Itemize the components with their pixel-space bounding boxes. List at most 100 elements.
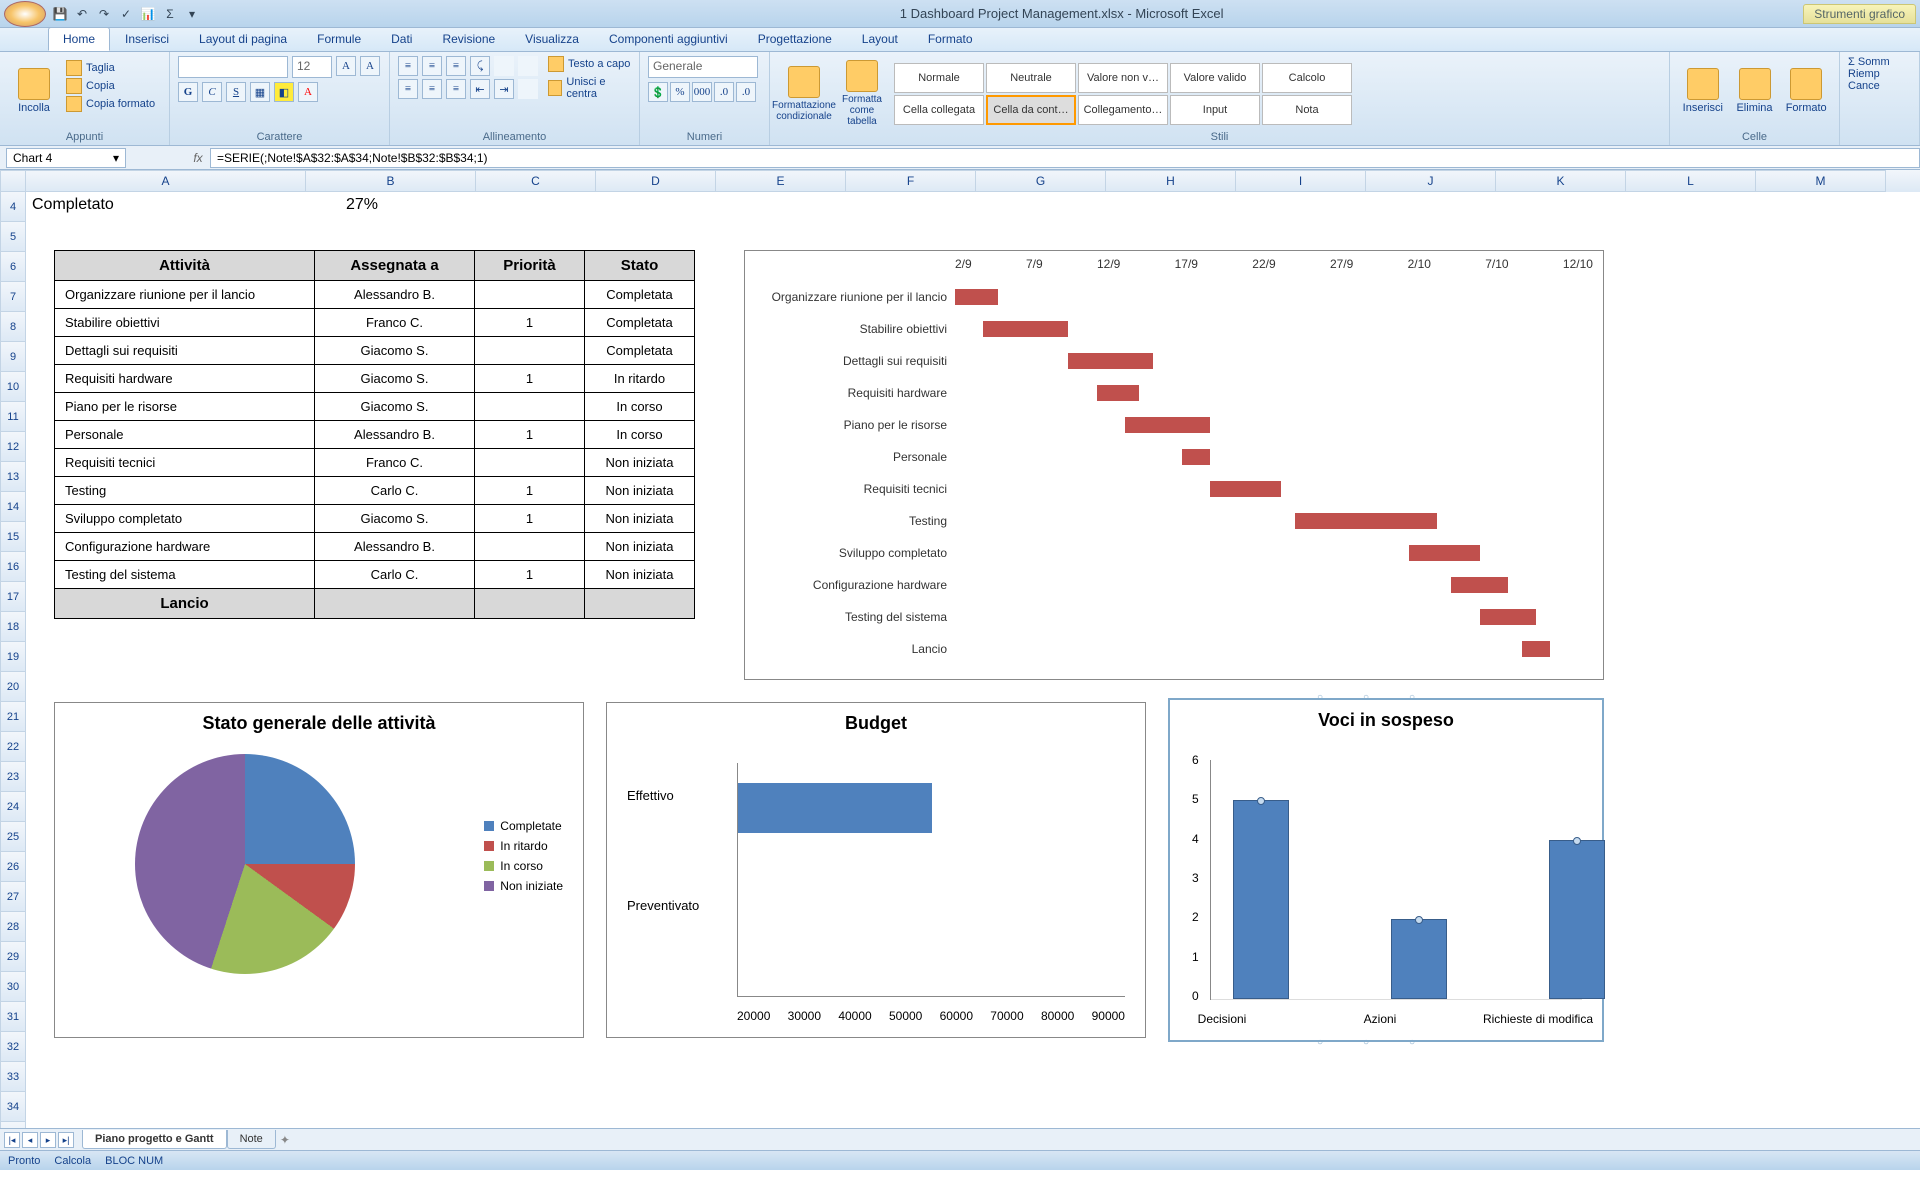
col-header[interactable]: M [1756,170,1886,192]
col-header[interactable]: K [1496,170,1626,192]
border-button[interactable]: ▦ [250,82,270,102]
align-left-button[interactable]: ≡ [398,79,418,99]
row-header[interactable]: 11 [0,402,26,432]
select-all-corner[interactable] [0,170,26,192]
column-headers[interactable]: ABCDEFGHIJKLM [0,170,1920,192]
tab-inserisci[interactable]: Inserisci [110,27,184,51]
row-header[interactable]: 8 [0,312,26,342]
tab-componenti-aggiuntivi[interactable]: Componenti aggiuntivi [594,27,743,51]
col-header[interactable]: F [846,170,976,192]
format-painter-button[interactable]: Copia formato [66,96,155,112]
format-cells-button[interactable]: Formato [1781,56,1831,126]
gantt-bar[interactable] [1451,577,1508,593]
indent-dec-button[interactable]: ⇤ [470,79,490,99]
gantt-bar[interactable] [1182,449,1210,465]
align-center-button[interactable]: ≡ [422,79,442,99]
col-header[interactable]: B [306,170,476,192]
formula-input[interactable]: =SERIE(;Note!$A$32:$A$34;Note!$B$32:$B$3… [210,148,1920,168]
sheet-tab[interactable]: Piano progetto e Gantt [82,1130,227,1149]
redo-icon[interactable]: ↷ [96,6,112,22]
style-cell[interactable]: Collegamento… [1078,95,1168,125]
row-header[interactable]: 32 [0,1032,26,1062]
grow-font-button[interactable]: A [336,56,356,76]
sheet-nav[interactable]: |◂◂▸▸| [4,1132,74,1148]
worksheet-grid[interactable]: ABCDEFGHIJKLM 45678910111213141516171819… [0,170,1920,1170]
cell-styles-gallery[interactable]: NormaleNeutraleValore non v…Valore valid… [894,63,1352,125]
row-header[interactable]: 14 [0,492,26,522]
style-cell[interactable]: Cella da cont… [986,95,1076,125]
tab-revisione[interactable]: Revisione [427,27,510,51]
voci-chart-selected[interactable]: Voci in sospeso 0123456DecisioniAzioniRi… [1168,698,1604,1042]
gantt-bar[interactable] [1210,481,1281,497]
row-header[interactable]: 25 [0,822,26,852]
row-header[interactable]: 18 [0,612,26,642]
first-sheet-icon[interactable]: |◂ [4,1132,20,1148]
row-header[interactable]: 29 [0,942,26,972]
row-header[interactable]: 4 [0,192,26,222]
row-header[interactable]: 5 [0,222,26,252]
conditional-formatting-button[interactable]: Formattazione condizionale [778,59,830,129]
voci-bar[interactable] [1391,919,1447,999]
qat-more-icon[interactable]: ▾ [184,6,200,22]
merge-center-button[interactable]: Unisci e centra [548,76,631,100]
italic-button[interactable]: C [202,82,222,102]
row-header[interactable]: 13 [0,462,26,492]
col-header[interactable]: H [1106,170,1236,192]
gantt-bar[interactable] [955,289,998,305]
inc-decimal-button[interactable]: .0 [714,82,734,102]
new-sheet-icon[interactable]: ✦ [280,1133,290,1147]
row-header[interactable]: 17 [0,582,26,612]
orient-button[interactable]: ⤹ [470,56,490,76]
row-header[interactable]: 26 [0,852,26,882]
row-header[interactable]: 19 [0,642,26,672]
budget-chart[interactable]: Budget 200003000040000500006000070000800… [606,702,1146,1038]
align-right-button[interactable]: ≡ [446,79,466,99]
qat-icon[interactable]: Σ [162,6,178,22]
gantt-bar[interactable] [983,321,1068,337]
save-icon[interactable]: 💾 [52,6,68,22]
qat-icon[interactable]: ✓ [118,6,134,22]
fx-icon[interactable]: fx [186,151,210,165]
office-button[interactable] [4,1,46,27]
row-header[interactable]: 30 [0,972,26,1002]
number-format-combo[interactable]: Generale [648,56,758,78]
voci-bar[interactable] [1233,800,1289,999]
undo-icon[interactable]: ↶ [74,6,90,22]
fill-color-button[interactable]: ◧ [274,82,294,102]
paste-button[interactable]: Incolla [8,56,60,126]
chevron-down-icon[interactable]: ▾ [113,151,119,165]
row-header[interactable]: 16 [0,552,26,582]
col-header[interactable]: J [1366,170,1496,192]
col-header[interactable]: E [716,170,846,192]
tab-home[interactable]: Home [48,27,110,51]
dec-decimal-button[interactable]: .0 [736,82,756,102]
autosum-button[interactable]: Σ Somm [1848,56,1911,68]
bold-button[interactable]: G [178,82,198,102]
font-color-button[interactable]: A [298,82,318,102]
row-header[interactable]: 27 [0,882,26,912]
row-header[interactable]: 10 [0,372,26,402]
row-header[interactable]: 31 [0,1002,26,1032]
gantt-bar[interactable] [1068,353,1153,369]
copy-button[interactable]: Copia [66,78,155,94]
row-header[interactable]: 20 [0,672,26,702]
col-header[interactable]: C [476,170,596,192]
col-header[interactable]: I [1236,170,1366,192]
indent-inc-button[interactable]: ⇥ [494,79,514,99]
pie-chart[interactable]: Stato generale delle attività Completate… [54,702,584,1038]
style-cell[interactable]: Input [1170,95,1260,125]
gantt-bar[interactable] [1409,545,1480,561]
gantt-bar[interactable] [1097,385,1140,401]
row-header[interactable]: 7 [0,282,26,312]
gantt-bar[interactable] [1480,609,1537,625]
row-header[interactable]: 28 [0,912,26,942]
next-sheet-icon[interactable]: ▸ [40,1132,56,1148]
row-headers[interactable]: 4567891011121314151617181920212223242526… [0,192,26,1152]
style-cell[interactable]: Nota [1262,95,1352,125]
align-mid-button[interactable]: ≡ [422,56,442,76]
col-header[interactable]: D [596,170,716,192]
row-header[interactable]: 34 [0,1092,26,1122]
cut-button[interactable]: Taglia [66,60,155,76]
tab-progettazione[interactable]: Progettazione [743,27,847,51]
budget-bar[interactable] [738,783,932,833]
